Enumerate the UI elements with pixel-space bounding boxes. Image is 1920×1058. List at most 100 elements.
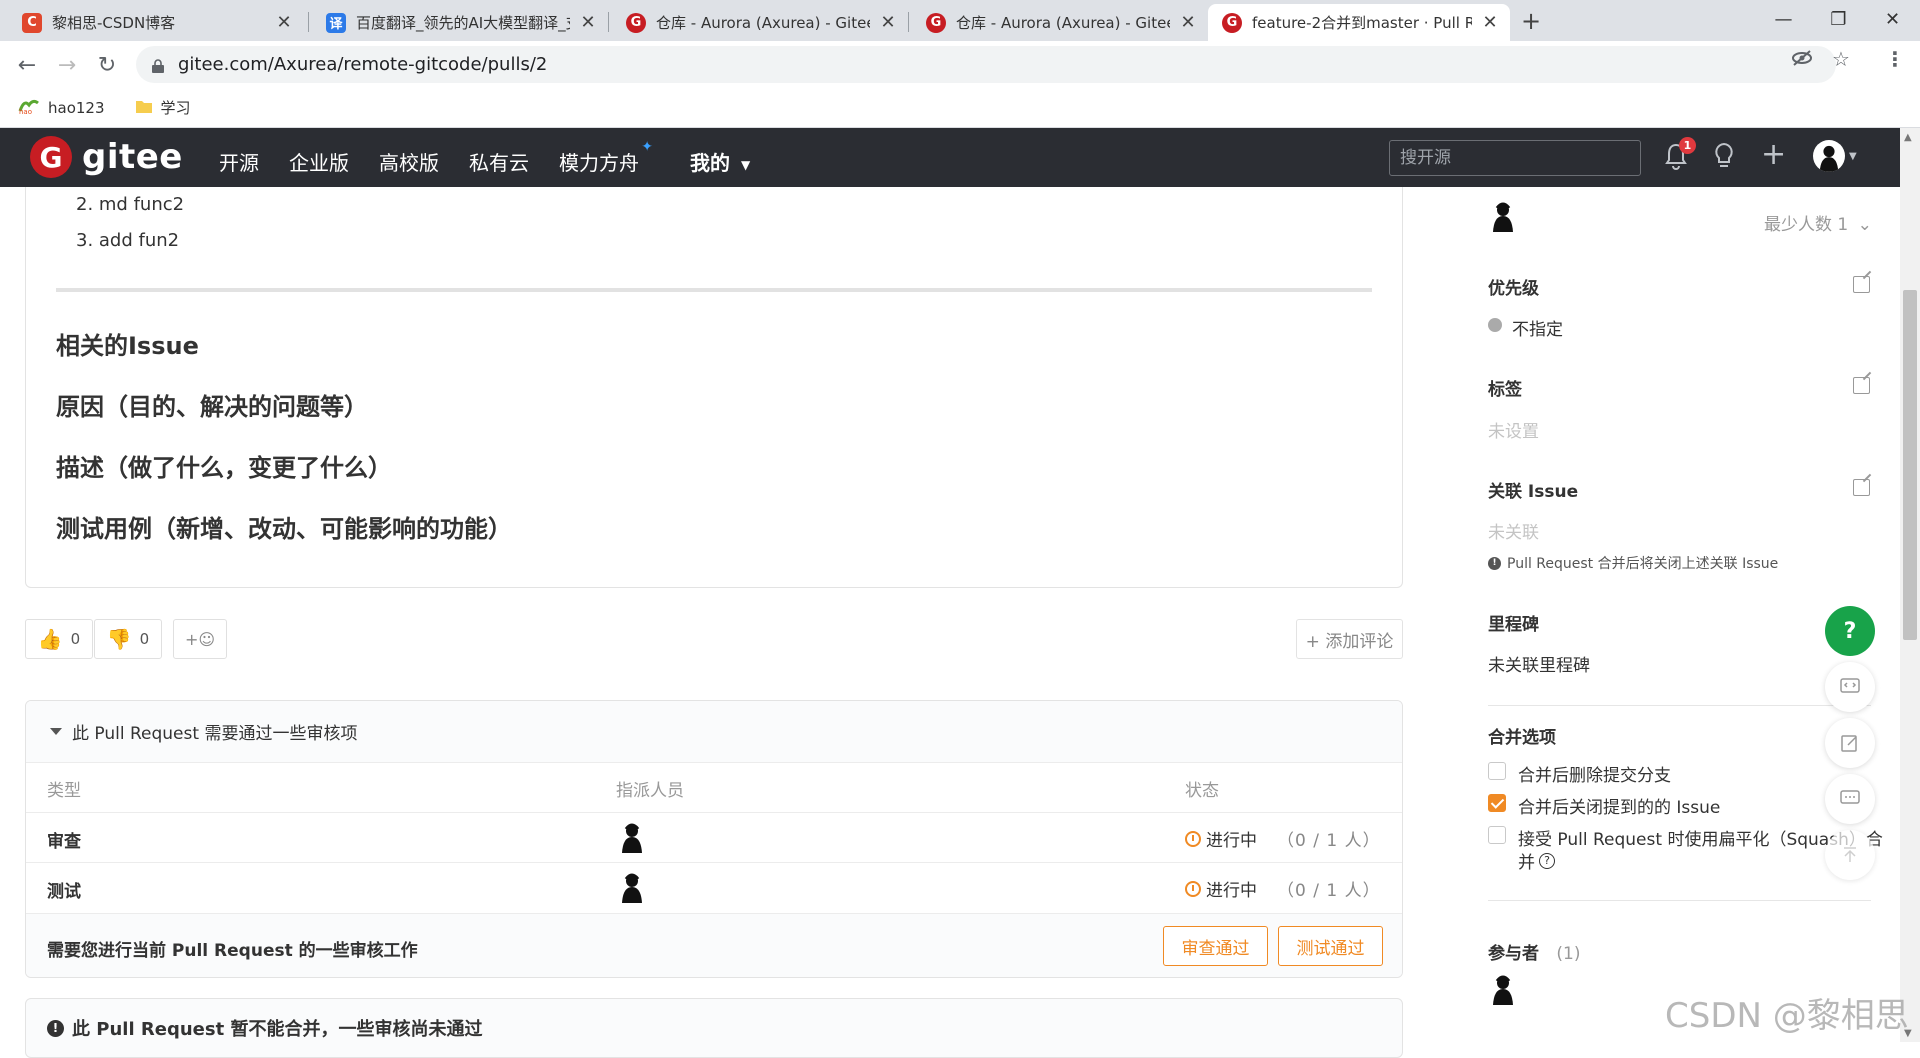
maximize-icon[interactable]: ❐ bbox=[1811, 0, 1866, 38]
approve-test-button[interactable]: 测试通过 bbox=[1278, 926, 1383, 966]
browser-tab[interactable]: C 黎相思-CSDN博客 ✕ bbox=[8, 4, 304, 41]
tab-title: 百度翻译_领先的AI大模型翻译_支 bbox=[356, 14, 570, 32]
svg-text:hao: hao bbox=[19, 108, 32, 115]
participants-count: (1) bbox=[1556, 944, 1581, 964]
column-header-status: 状态 bbox=[1185, 781, 1219, 801]
close-icon[interactable]: ✕ bbox=[274, 12, 294, 33]
status-count: （0 / 1 人） bbox=[1277, 831, 1381, 851]
address-bar[interactable]: gitee.com/Axurea/remote-gitcode/pulls/2 bbox=[136, 46, 1836, 83]
thumbs-down-icon: 👎 bbox=[106, 627, 132, 651]
nav-education[interactable]: 高校版 bbox=[379, 147, 439, 176]
caret-down-icon: ▼ bbox=[740, 157, 751, 172]
edit-icon[interactable] bbox=[1853, 479, 1870, 496]
review-checks-card: 此 Pull Request 需要通过一些审核项 类型 指派人员 状态 审查 进… bbox=[25, 700, 1403, 978]
window-close-icon[interactable]: ✕ bbox=[1865, 0, 1920, 38]
review-footer-message: 需要您进行当前 Pull Request 的一些审核工作 bbox=[47, 941, 418, 961]
gitee-favicon-icon: G bbox=[926, 12, 946, 33]
scrollbar-thumb[interactable] bbox=[1903, 290, 1917, 640]
avatar[interactable] bbox=[618, 873, 646, 903]
milestone-value: 未关联里程碑 bbox=[1488, 656, 1590, 676]
review-checks-header[interactable]: 此 Pull Request 需要通过一些审核项 bbox=[26, 701, 1402, 763]
related-issue-value: 未关联 bbox=[1488, 523, 1539, 543]
bookmark-hao123[interactable]: hao hao123 bbox=[18, 97, 105, 119]
avatar[interactable] bbox=[1489, 202, 1517, 232]
nav-open-source[interactable]: 开源 bbox=[219, 147, 259, 176]
close-issue-checkbox[interactable] bbox=[1488, 794, 1506, 812]
avatar[interactable] bbox=[618, 823, 646, 853]
milestone-title: 里程碑 bbox=[1488, 615, 1539, 635]
back-to-top-icon[interactable] bbox=[1825, 830, 1875, 880]
search-input[interactable] bbox=[1389, 140, 1641, 176]
browser-tab-bar: C 黎相思-CSDN博客 ✕ 译 百度翻译_领先的AI大模型翻译_支 ✕ G 仓… bbox=[0, 0, 1920, 41]
close-icon[interactable]: ✕ bbox=[1480, 12, 1500, 33]
nav-mine[interactable]: 我的 ▼ bbox=[690, 147, 750, 176]
priority-value: 不指定 bbox=[1512, 320, 1563, 340]
edit-icon[interactable] bbox=[1853, 377, 1870, 394]
question-icon[interactable]: ? bbox=[1539, 852, 1555, 869]
help-button[interactable]: ? bbox=[1825, 606, 1875, 656]
min-people-select[interactable]: 最少人数 1 ⌄ bbox=[1764, 210, 1872, 235]
heading-test-cases: 测试用例（新增、改动、可能影响的功能） bbox=[56, 515, 512, 543]
gitee-favicon-icon: G bbox=[1222, 12, 1242, 33]
browser-tab-active[interactable]: G feature-2合并到master · Pull Re ✕ bbox=[1208, 4, 1510, 41]
user-menu[interactable]: ▼ bbox=[1813, 140, 1857, 172]
nav-private-cloud[interactable]: 私有云 bbox=[469, 147, 529, 176]
list-item: 3. add fun2 bbox=[76, 230, 180, 251]
back-icon[interactable]: ← bbox=[9, 47, 45, 83]
labels-value: 未设置 bbox=[1488, 422, 1539, 442]
heading-reason: 原因（目的、解决的问题等） bbox=[56, 393, 368, 421]
chevron-down-icon: ⌄ bbox=[1857, 215, 1872, 235]
bookmark-folder[interactable]: 学习 bbox=[135, 97, 191, 118]
bookmark-label: 学习 bbox=[160, 99, 191, 117]
edit-note-icon[interactable] bbox=[1825, 718, 1875, 768]
plus-icon[interactable]: + bbox=[1761, 137, 1786, 172]
labels-title: 标签 bbox=[1488, 380, 1522, 400]
checkbox-label-continued: 并 bbox=[1518, 853, 1535, 873]
new-tab-button[interactable]: + bbox=[1516, 6, 1546, 36]
star-icon[interactable]: ☆ bbox=[1832, 47, 1850, 71]
nav-moli[interactable]: 模力方舟 ✦ bbox=[559, 139, 653, 176]
thumbs-up-button[interactable]: 👍 0 bbox=[25, 619, 93, 659]
csdn-favicon-icon: C bbox=[22, 12, 42, 33]
status-count: （0 / 1 人） bbox=[1277, 881, 1381, 901]
thumbs-down-count: 0 bbox=[139, 630, 150, 648]
thumbs-up-count: 0 bbox=[70, 630, 81, 648]
reload-icon[interactable]: ↻ bbox=[89, 47, 125, 83]
scroll-up-icon[interactable]: ▲ bbox=[1904, 132, 1912, 143]
forward-icon[interactable]: → bbox=[49, 47, 85, 83]
participants-header: 参与者 (1) bbox=[1488, 939, 1581, 964]
status-text: 进行中 bbox=[1206, 881, 1257, 901]
close-icon[interactable]: ✕ bbox=[578, 12, 598, 33]
gitee-logo-icon: G bbox=[30, 136, 72, 178]
checkbox-label: 合并后删除提交分支 bbox=[1518, 766, 1671, 786]
code-review-icon[interactable] bbox=[1825, 662, 1875, 712]
eye-off-icon[interactable] bbox=[1791, 47, 1813, 74]
review-type: 测试 bbox=[47, 882, 81, 902]
tab-title: feature-2合并到master · Pull Re bbox=[1252, 14, 1472, 32]
nav-enterprise[interactable]: 企业版 bbox=[289, 147, 349, 176]
close-icon[interactable]: ✕ bbox=[878, 12, 898, 33]
browser-tab[interactable]: G 仓库 - Aurora (Axurea) - Gitee.c ✕ bbox=[912, 4, 1208, 41]
gitee-logo[interactable]: G gitee bbox=[30, 136, 183, 178]
add-reaction-button[interactable]: +☺ bbox=[173, 619, 227, 659]
close-icon[interactable]: ✕ bbox=[1178, 12, 1198, 33]
gitee-favicon-icon: G bbox=[626, 12, 646, 33]
review-status: 进行中 （0 / 1 人） bbox=[1185, 826, 1381, 851]
divider bbox=[1488, 900, 1871, 901]
heading-description: 描述（做了什么，变更了什么） bbox=[56, 454, 392, 482]
lightbulb-icon[interactable] bbox=[1712, 142, 1736, 177]
delete-branch-checkbox[interactable] bbox=[1488, 762, 1506, 780]
browser-tab[interactable]: 译 百度翻译_领先的AI大模型翻译_支 ✕ bbox=[312, 4, 608, 41]
minimize-icon[interactable]: — bbox=[1756, 0, 1811, 38]
squash-checkbox[interactable] bbox=[1488, 826, 1506, 844]
table-row: 测试 进行中 （0 / 1 人） bbox=[26, 862, 1402, 912]
comment-icon[interactable] bbox=[1825, 774, 1875, 824]
menu-dots-icon[interactable]: ⋮ bbox=[1885, 47, 1905, 71]
add-comment-button[interactable]: + 添加评论 bbox=[1296, 619, 1403, 659]
thumbs-down-button[interactable]: 👎 0 bbox=[94, 619, 162, 659]
avatar[interactable] bbox=[1489, 975, 1517, 1005]
hao123-icon: hao bbox=[18, 97, 40, 119]
edit-icon[interactable] bbox=[1853, 276, 1870, 293]
approve-review-button[interactable]: 审查通过 bbox=[1163, 926, 1268, 966]
browser-tab[interactable]: G 仓库 - Aurora (Axurea) - Gitee.c ✕ bbox=[612, 4, 908, 41]
